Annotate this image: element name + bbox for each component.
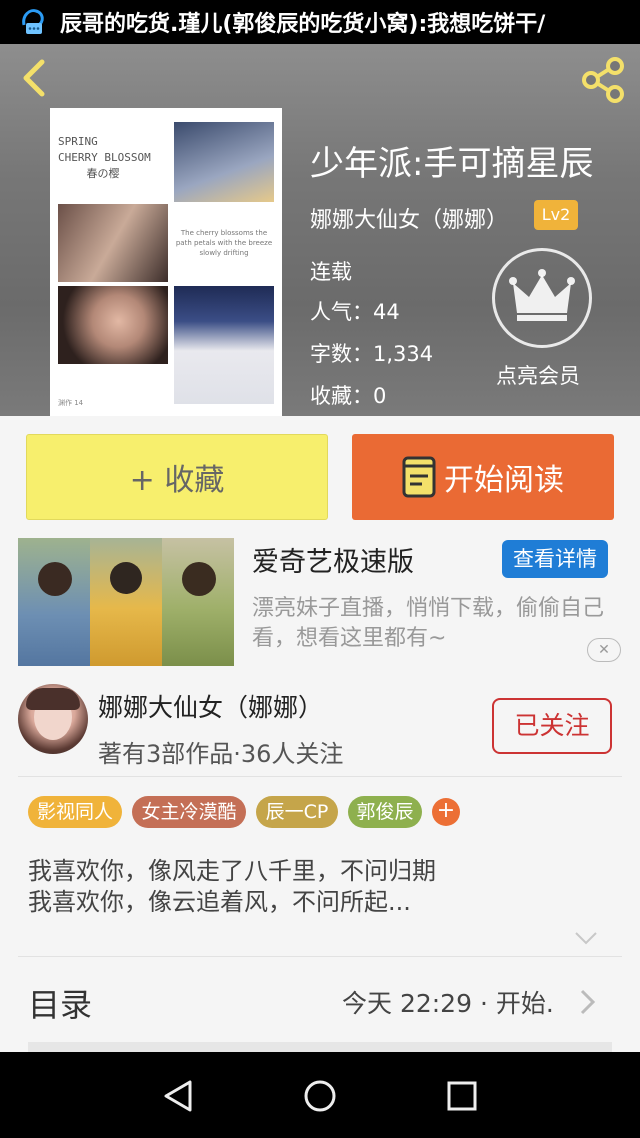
tag[interactable]: 辰一CP (256, 796, 338, 828)
tag[interactable]: 郭俊辰 (348, 796, 422, 828)
recent-square-icon[interactable] (440, 1074, 484, 1118)
book-cover[interactable]: SPRING CHERRY BLOSSOM 春の樱 The cherry blo… (50, 108, 282, 416)
share-button[interactable] (580, 56, 628, 104)
ad-details-button[interactable]: 查看详情 (502, 540, 608, 578)
word-count-stat: 字数：1,334 (310, 342, 434, 366)
book-description[interactable]: 我喜欢你，像风走了八千里，不问归期 我喜欢你，像云追着风，不问所起... (28, 856, 436, 918)
favorites-stat: 收藏：0 (310, 384, 387, 408)
chevron-down-icon[interactable] (574, 930, 598, 946)
back-button[interactable] (16, 58, 56, 98)
cover-title: SPRING CHERRY BLOSSOM 春の樱 (58, 135, 151, 180)
add-tag-button[interactable]: + (432, 798, 460, 826)
toc-last-update[interactable]: 今天 22:29 · 开始. (342, 984, 554, 1020)
ad-description[interactable]: 漂亮妹子直播，悄悄下载，偷偷自己看，想看这里都有~ (252, 594, 614, 654)
follow-button[interactable]: 已关注 (492, 698, 612, 754)
status-label: 连载 (310, 260, 352, 284)
cover-text: The cherry blossoms the path petals with… (175, 229, 273, 257)
cover-footer: 渊作 14 (58, 399, 84, 407)
notification-text: 辰哥的吃货.瑾儿(郭俊辰的吃货小窝):我想吃饼干/ (60, 12, 546, 37)
chevron-right-icon[interactable] (578, 988, 598, 1016)
book-title: 少年派:手可摘星辰 (310, 144, 594, 184)
home-circle-icon[interactable] (298, 1074, 342, 1118)
chat-bubble-icon (18, 7, 48, 37)
cover-photo (58, 204, 168, 282)
chevron-left-icon (23, 59, 45, 97)
level-badge: Lv2 (534, 200, 578, 230)
close-icon[interactable]: ✕ (587, 638, 621, 662)
collect-button[interactable]: + 收藏 (26, 434, 328, 520)
cover-photo (58, 286, 168, 364)
crown-icon (509, 269, 575, 321)
chapter-list-preview (28, 1042, 612, 1052)
vip-button[interactable] (492, 248, 592, 348)
tag[interactable]: 影视同人 (28, 796, 122, 828)
start-reading-button[interactable]: 开始阅读 (352, 434, 614, 520)
author-card-name[interactable]: 娜娜大仙女（娜娜） (98, 688, 323, 724)
ad-title[interactable]: 爱奇艺极速版 (252, 540, 414, 579)
vip-label[interactable]: 点亮会员 (496, 360, 580, 390)
book-icon (402, 456, 436, 498)
back-triangle-icon[interactable] (156, 1074, 200, 1118)
status-bar: 辰哥的吃货.瑾儿(郭俊辰的吃货小窝):我想吃饼干/ (0, 0, 640, 44)
system-nav-bar (0, 1052, 640, 1138)
popularity-stat: 人气：44 (310, 300, 400, 324)
author-card-stats: 著有3部作品·36人关注 (98, 740, 344, 768)
divider (18, 956, 622, 957)
toc-label[interactable]: 目录 (28, 980, 92, 1026)
divider (18, 776, 622, 777)
author-name[interactable]: 娜娜大仙女（娜娜） (310, 202, 508, 234)
cover-photo (174, 122, 274, 202)
avatar[interactable] (18, 684, 88, 754)
tag[interactable]: 女主冷漠酷 (132, 796, 246, 828)
share-icon (582, 57, 624, 103)
ad-thumbnail[interactable] (18, 538, 234, 666)
cover-photo (174, 286, 274, 404)
